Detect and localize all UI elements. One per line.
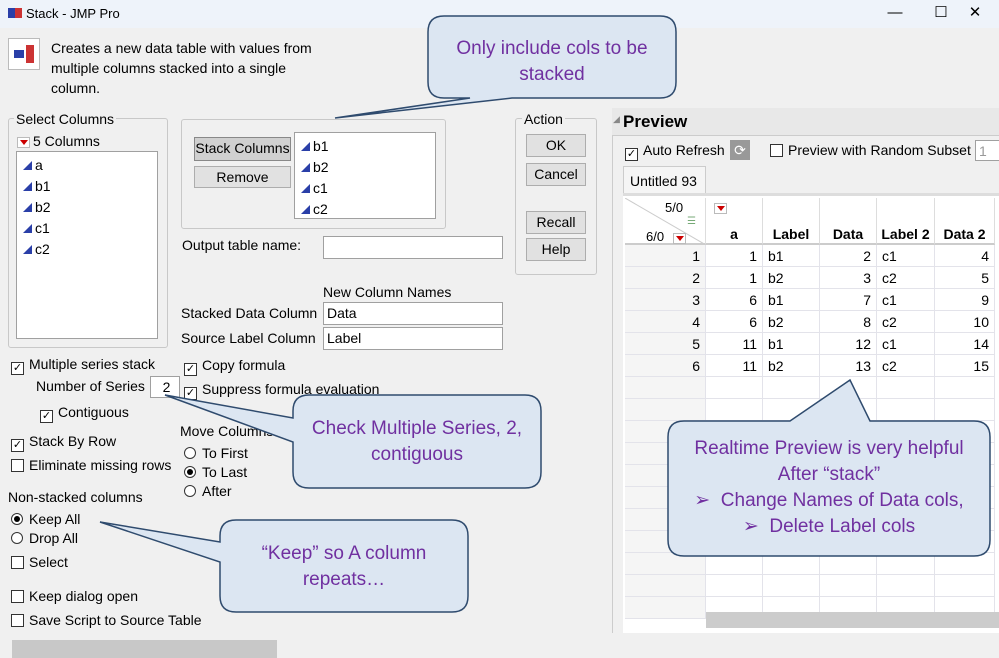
- bullet-text: Delete Label cols: [769, 516, 916, 537]
- callout-keep: “Keep” so A column repeats…: [261, 543, 427, 590]
- arrow-bullet-icon: ➢: [742, 516, 770, 537]
- arrow-bullet-icon: ➢: [694, 490, 721, 511]
- callout-include-cols: Only include cols to be stacked: [456, 38, 648, 85]
- callout-realtime-preview: Realtime Preview is very helpful After “…: [672, 436, 986, 540]
- callout-shapes: [99, 15, 991, 613]
- callout-multiple-series: Check Multiple Series, 2, contiguous: [311, 418, 523, 465]
- callout-bullet: ➢ Change Names of Data cols,: [672, 488, 986, 514]
- callout-bullet: ➢ Delete Label cols: [672, 514, 986, 540]
- callout-line: After “stack”: [777, 464, 881, 485]
- bullet-text: Change Names of Data cols,: [720, 490, 964, 511]
- callout-line: Realtime Preview is very helpful: [694, 438, 964, 459]
